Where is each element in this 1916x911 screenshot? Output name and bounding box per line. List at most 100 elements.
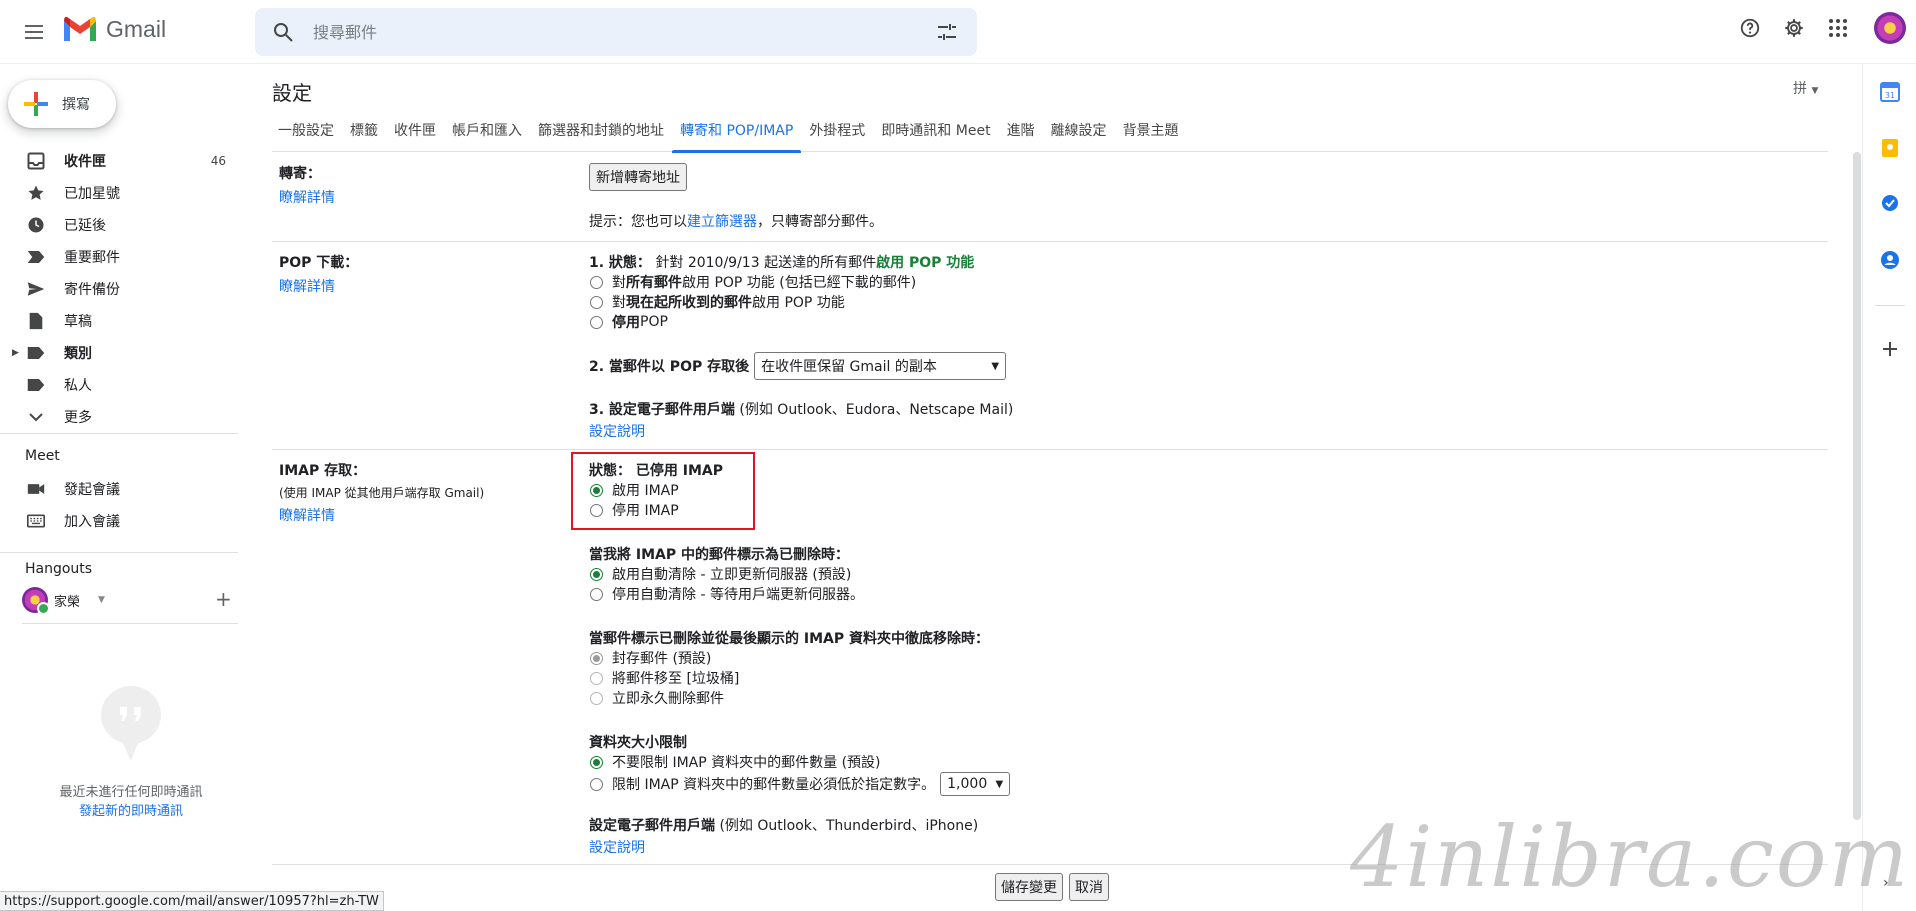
sidebar-item-categories[interactable]: ▶ 類別 [0, 337, 250, 369]
tasks-icon[interactable] [1880, 193, 1900, 213]
pop-all-radio[interactable] [590, 275, 603, 289]
imap-enable-radio[interactable] [590, 483, 603, 497]
save-bar: 儲存變更 取消 [995, 873, 1109, 901]
imap-status-line: 狀態： 已停用 IMAP [589, 460, 723, 480]
meet-start-meeting[interactable]: 發起會議 [0, 473, 250, 505]
imap-client-settings: 設定電子郵件用戶端 (例如 Outlook、Thunderbird、iPhone… [589, 815, 978, 857]
forwarding-learn-more-link[interactable]: 瞭解詳情 [279, 187, 335, 207]
sidebar-item-snoozed[interactable]: 已延後 [0, 209, 250, 241]
trash-label: 將郵件移至 [垃圾桶] [612, 671, 740, 687]
search-bar[interactable] [255, 8, 977, 56]
search-input[interactable] [313, 22, 893, 42]
gmail-app: Gmail 撰寫 [0, 0, 1916, 911]
save-changes-button[interactable]: 儲存變更 [995, 873, 1063, 901]
tab-labels[interactable]: 標籤 [342, 118, 386, 152]
main-scrollbar[interactable] [1853, 152, 1861, 820]
auto-expunge-off-option[interactable]: 停用自動清除 - 等待用戶端更新伺服器。 [589, 584, 864, 604]
trash-radio[interactable] [590, 671, 603, 685]
archive-radio[interactable] [590, 651, 603, 665]
keep-icon[interactable] [1880, 138, 1900, 158]
menu-icon[interactable] [20, 20, 48, 44]
sidebar-item-starred[interactable]: 已加星號 [0, 177, 250, 209]
calendar-icon[interactable]: 31 [1880, 82, 1900, 102]
expand-arrow-icon[interactable]: ▶ [12, 348, 19, 358]
pop-option-disable[interactable]: 停用 POP [589, 312, 974, 332]
pop-learn-more-link[interactable]: 瞭解詳情 [279, 276, 358, 296]
delete-forever-radio[interactable] [590, 691, 603, 705]
delete-forever-option[interactable]: 立即永久刪除郵件 [589, 688, 989, 708]
pop-disable-radio[interactable] [590, 315, 603, 329]
imap-enable-option[interactable]: 啟用 IMAP [589, 480, 723, 500]
limit-value-select[interactable]: 1,000 ▼ [940, 772, 1011, 796]
imap-disable-radio[interactable] [590, 503, 603, 517]
sidebar-item-sent[interactable]: 寄件備份 [0, 273, 250, 305]
imap-expunge-settings: 當郵件標示已刪除並從最後顯示的 IMAP 資料夾中徹底移除時： 封存郵件 (預設… [589, 628, 989, 708]
limit-radio[interactable] [590, 777, 603, 791]
tab-accounts[interactable]: 帳戶和匯入 [444, 118, 530, 152]
trash-option[interactable]: 將郵件移至 [垃圾桶] [589, 668, 989, 688]
forwarding-settings: 新增轉寄地址 [589, 163, 687, 191]
tab-forwarding-pop-imap[interactable]: 轉寄和 POP/IMAP [672, 118, 802, 153]
pop-status-highlight: 啟用 POP 功能 [876, 255, 975, 271]
no-limit-label: 不要限制 IMAP 資料夾中的郵件數量 (預設) [612, 755, 881, 771]
add-addon-icon[interactable] [1880, 339, 1900, 359]
start-chat-link[interactable]: 發起新的即時通訊 [0, 800, 262, 819]
auto-expunge-on-radio[interactable] [590, 567, 603, 581]
imap-learn-more-link[interactable]: 瞭解詳情 [279, 505, 484, 525]
imap-delete-settings: 當我將 IMAP 中的郵件標示為已刪除時： 啟用自動清除 - 立即更新伺服器 (… [589, 544, 864, 604]
sidebar-item-inbox[interactable]: 收件匣 46 [0, 145, 250, 177]
create-filter-link[interactable]: 建立篩選器 [687, 214, 757, 230]
pop-option-from-now[interactable]: 對現在起所收到的郵件 啟用 POP 功能 [589, 292, 974, 312]
imap-status: 狀態： 已停用 IMAP 啟用 IMAP 停用 IMAP [589, 460, 723, 520]
search-options-icon[interactable] [935, 20, 959, 44]
tab-inbox[interactable]: 收件匣 [386, 118, 444, 152]
header-actions [1738, 12, 1906, 44]
pop-action-select[interactable]: 在收件匣保留 Gmail 的副本 ▼ [754, 352, 1007, 380]
imap-label-block: IMAP 存取： (使用 IMAP 從其他用戶端存取 Gmail) 瞭解詳情 [279, 460, 484, 525]
side-panel: 31 [1862, 64, 1916, 911]
sidebar-item-more[interactable]: 更多 [0, 401, 250, 433]
pop-setup-link[interactable]: 設定說明 [589, 421, 1013, 441]
sidebar-item-important[interactable]: 重要郵件 [0, 241, 250, 273]
pop-from-now-radio[interactable] [590, 295, 603, 309]
help-icon[interactable] [1738, 16, 1762, 40]
search-icon[interactable] [271, 20, 295, 44]
tab-chat-meet[interactable]: 即時通訊和 Meet [873, 118, 998, 152]
tab-addons[interactable]: 外掛程式 [801, 118, 873, 152]
limit-option[interactable]: 限制 IMAP 資料夾中的郵件數量必須低於指定數字。 1,000 ▼ [589, 772, 1011, 796]
sidebar-item-drafts[interactable]: 草稿 [0, 305, 250, 337]
tab-filters[interactable]: 篩選器和封鎖的地址 [530, 118, 672, 152]
auto-expunge-off-radio[interactable] [590, 587, 603, 601]
caret-down-icon[interactable]: ▼ [98, 595, 105, 605]
sidebar-item-personal[interactable]: 私人 [0, 369, 250, 401]
apps-grid-icon[interactable] [1826, 16, 1850, 40]
archive-option[interactable]: 封存郵件 (預設) [589, 648, 989, 668]
tab-offline[interactable]: 離線設定 [1043, 118, 1115, 152]
meet-item-label: 加入會議 [64, 514, 120, 530]
auto-expunge-on-option[interactable]: 啟用自動清除 - 立即更新伺服器 (預設) [589, 564, 864, 584]
gmail-logo[interactable]: Gmail [62, 15, 166, 43]
cancel-button[interactable]: 取消 [1069, 873, 1109, 901]
pop-option-all[interactable]: 對所有郵件 啟用 POP 功能 (包括已經下載的郵件) [589, 272, 974, 292]
select-caret-icon: ▼ [995, 778, 1004, 790]
imap-enable-label: 啟用 IMAP [612, 483, 679, 499]
compose-button[interactable]: 撰寫 [8, 80, 116, 128]
no-limit-radio[interactable] [590, 755, 603, 769]
hangouts-user[interactable]: 家榮 ▼ [22, 587, 105, 615]
no-limit-option[interactable]: 不要限制 IMAP 資料夾中的郵件數量 (預設) [589, 752, 1010, 772]
settings-gear-icon[interactable] [1782, 16, 1806, 40]
account-avatar[interactable] [1874, 12, 1906, 44]
add-forwarding-address-button[interactable]: 新增轉寄地址 [589, 163, 687, 191]
contacts-icon[interactable] [1880, 250, 1900, 270]
limit-value: 1,000 [947, 776, 988, 792]
tab-advanced[interactable]: 進階 [999, 118, 1043, 152]
tab-general[interactable]: 一般設定 [272, 118, 342, 152]
imap-disable-option[interactable]: 停用 IMAP [589, 500, 723, 520]
imap-client-label: 設定電子郵件用戶端 [589, 818, 715, 834]
tab-themes[interactable]: 背景主題 [1115, 118, 1187, 152]
pop-status-line: 1. 狀態： 針對 2010/9/13 起送達的所有郵件啟用 POP 功能 [589, 252, 974, 272]
meet-join-meeting[interactable]: 加入會議 [0, 505, 250, 537]
input-tools-button[interactable]: 拼 ▼ [1793, 78, 1818, 98]
imap-setup-link[interactable]: 設定說明 [589, 837, 978, 857]
add-contact-icon[interactable]: + [215, 587, 232, 611]
